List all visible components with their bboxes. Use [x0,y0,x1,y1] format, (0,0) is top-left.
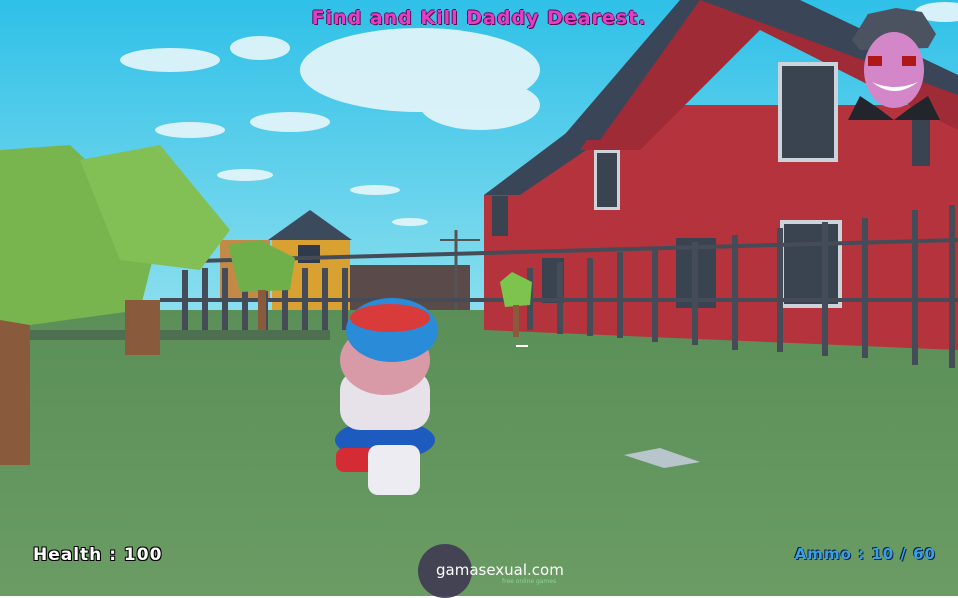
watermark-tagline: free online games [502,578,557,585]
objective-text: Find and Kill Daddy Dearest. [311,7,647,29]
health-readout: Health : 100 [33,545,163,565]
watermark-site[interactable]: gamasexual.com [436,561,564,579]
game-scene[interactable] [0,0,958,596]
ammo-counter: Ammo : 10 / 60 [794,545,936,563]
